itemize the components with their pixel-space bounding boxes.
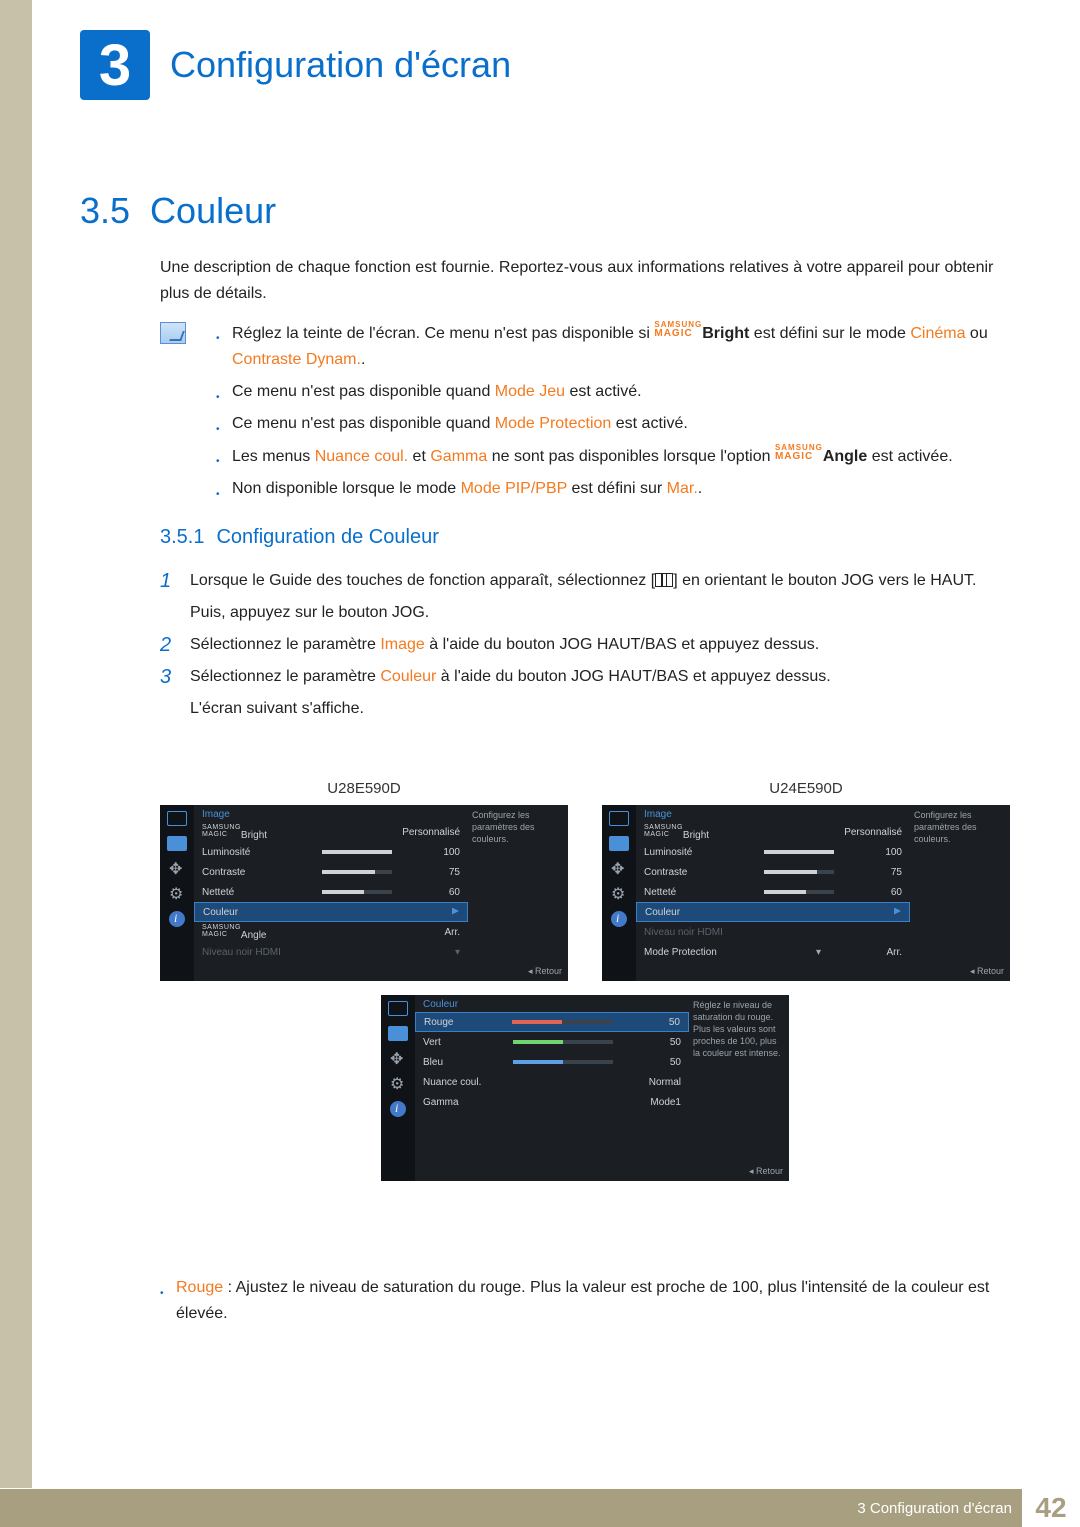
arrows-icon (388, 1051, 408, 1066)
osd-panel-u24: Image SAMSUNGMAGICBrightPersonnalisé Lum… (602, 805, 1010, 981)
chapter-number-badge: 3 (80, 30, 150, 100)
osd-screenshots: U28E590D Image SAMSUNGMAGICBrightPersonn… (160, 780, 1010, 1181)
osd-panel-u28: Image SAMSUNGMAGICBrightPersonnalisé Lum… (160, 805, 568, 981)
page-sidebar (0, 0, 32, 1488)
note-item: Ce menu n'est pas disponible quand Mode … (216, 379, 1010, 405)
page-footer: 3 Configuration d'écran 42 (0, 1489, 1080, 1527)
osd-panel-couleur: Couleur Rouge50 Vert50 Bleu50 Nuance cou… (381, 995, 789, 1181)
note-block: Réglez la teinte de l'écran. Ce menu n'e… (160, 320, 1010, 508)
info-icon (611, 911, 627, 927)
step-3: 3 Sélectionnez le paramètre Couleur à l'… (160, 664, 1010, 722)
osd-side-icons (160, 805, 194, 981)
menu-icon (655, 573, 673, 587)
pip-icon (167, 836, 187, 851)
section-title: Couleur (150, 190, 276, 231)
section-number: 3.5 (80, 190, 130, 231)
arrow-right-icon (894, 908, 901, 915)
gear-icon (609, 886, 629, 901)
gear-icon (167, 886, 187, 901)
info-icon (169, 911, 185, 927)
pip-icon (609, 836, 629, 851)
page-number: 42 (1035, 1492, 1066, 1524)
section-heading: 3.5 Couleur (80, 190, 276, 232)
pip-icon (388, 1026, 408, 1041)
footer-chapter: 3 Configuration d'écran (857, 1500, 1012, 1517)
subsection-heading: 3.5.1Configuration de Couleur (160, 526, 439, 549)
note-item: Ce menu n'est pas disponible quand Mode … (216, 411, 1010, 437)
arrows-icon (167, 861, 187, 876)
osd-side-icons (602, 805, 636, 981)
footer-page-wrap: 42 (1022, 1489, 1080, 1527)
samsung-magic-icon: SAMSUNGMAGIC (775, 443, 823, 461)
osd-side-icons (381, 995, 415, 1181)
post-note-item: Rouge : Ajustez le niveau de saturation … (160, 1275, 1010, 1327)
note-list: Réglez la teinte de l'écran. Ce menu n'e… (216, 320, 1010, 508)
arrows-icon (609, 861, 629, 876)
monitor-icon (167, 811, 187, 826)
chapter-header: 3 Configuration d'écran (80, 30, 1020, 100)
info-icon (390, 1101, 406, 1117)
samsung-magic-icon: SAMSUNGMAGIC (654, 320, 702, 338)
model-label-right: U24E590D (602, 780, 1010, 797)
note-item: Les menus Nuance coul. et Gamma ne sont … (216, 443, 1010, 470)
monitor-icon (388, 1001, 408, 1016)
osd-description: Configurez les paramètres des couleurs. (472, 809, 564, 845)
model-label-left: U28E590D (160, 780, 568, 797)
post-notes: Rouge : Ajustez le niveau de saturation … (160, 1275, 1010, 1327)
section-intro: Une description de chaque fonction est f… (160, 255, 1010, 307)
monitor-icon (609, 811, 629, 826)
osd-footer: ◂ Retour (528, 966, 562, 977)
arrow-right-icon (452, 908, 459, 915)
gear-icon (388, 1076, 408, 1091)
osd-header: Image (194, 805, 468, 822)
chapter-title: Configuration d'écran (170, 44, 511, 86)
step-1: 1 Lorsque le Guide des touches de foncti… (160, 568, 1010, 626)
step-2: 2 Sélectionnez le paramètre Image à l'ai… (160, 632, 1010, 658)
note-item: Non disponible lorsque le mode Mode PIP/… (216, 476, 1010, 502)
note-item: Réglez la teinte de l'écran. Ce menu n'e… (216, 320, 1010, 373)
note-icon (160, 322, 186, 344)
steps-list: 1 Lorsque le Guide des touches de foncti… (160, 568, 1010, 728)
